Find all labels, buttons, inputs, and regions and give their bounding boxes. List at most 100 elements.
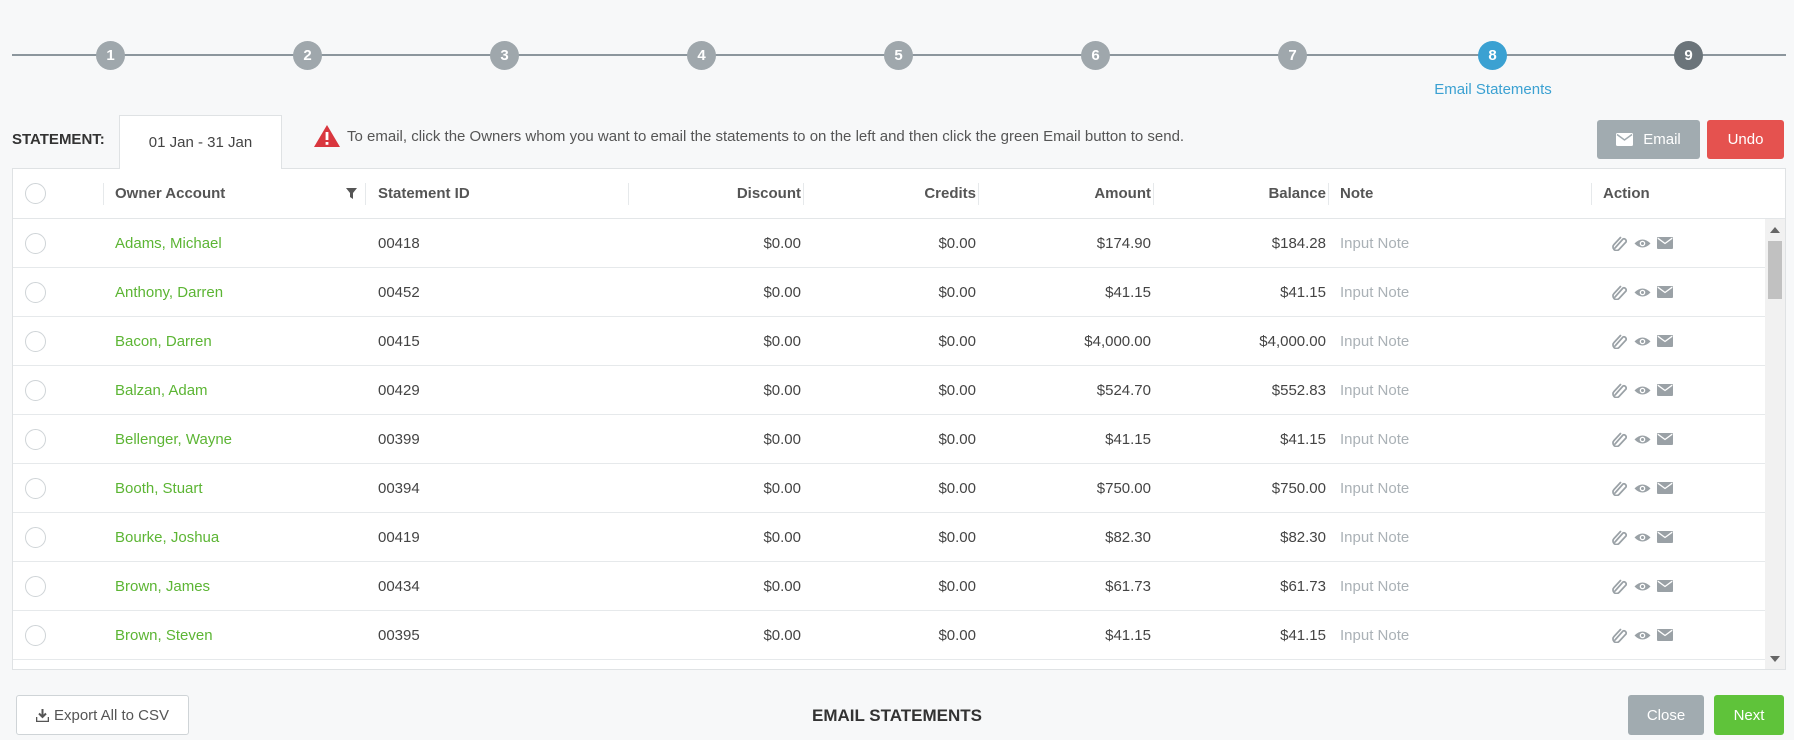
row-select-cell [25,562,46,610]
owner-account-link[interactable]: Bourke, Joshua [115,513,219,561]
eye-icon[interactable] [1634,335,1651,348]
header-discount[interactable]: Discount [633,169,801,218]
envelope-icon[interactable] [1657,384,1673,396]
table-row[interactable]: Adams, Michael 00418 $0.00 $0.00 $174.90… [13,219,1765,268]
owner-account-link[interactable]: Balzan, Adam [115,366,208,414]
table-row[interactable]: Balzan, Adam 00429 $0.00 $0.00 $524.70 $… [13,366,1765,415]
step-9[interactable]: 9 [1674,41,1703,70]
note-input[interactable]: Input Note [1340,317,1409,365]
envelope-icon[interactable] [1657,433,1673,445]
table-scrollbar[interactable] [1765,219,1785,669]
eye-icon[interactable] [1634,629,1651,642]
paperclip-icon[interactable] [1611,579,1628,594]
header-credits[interactable]: Credits [808,169,976,218]
envelope-icon[interactable] [1657,531,1673,543]
step-7[interactable]: 7 [1278,41,1307,70]
next-button[interactable]: Next [1714,695,1784,735]
credits-value: $0.00 [938,234,976,252]
header-amount[interactable]: Amount [983,169,1151,218]
owner-account-link[interactable]: Booth, Stuart [115,464,203,512]
column-divider [1328,183,1329,205]
step-1[interactable]: 1 [96,41,125,70]
table-row[interactable]: Bourke, Joshua 00419 $0.00 $0.00 $82.30 … [13,513,1765,562]
step-2[interactable]: 2 [293,41,322,70]
paperclip-icon[interactable] [1611,285,1628,300]
note-input[interactable]: Input Note [1340,366,1409,414]
scroll-thumb[interactable] [1768,241,1782,299]
envelope-icon[interactable] [1657,629,1673,641]
eye-icon[interactable] [1634,433,1651,446]
statement-period-tab[interactable]: 01 Jan - 31 Jan [119,115,282,169]
envelope-icon[interactable] [1657,237,1673,249]
balance-value: $750.00 [1271,479,1326,497]
row-actions [1611,415,1673,463]
step-5[interactable]: 5 [884,41,913,70]
eye-icon[interactable] [1634,482,1651,495]
step-4[interactable]: 4 [687,41,716,70]
owner-account-link[interactable]: Brown, James [115,562,210,610]
step-6[interactable]: 6 [1081,41,1110,70]
paperclip-icon[interactable] [1611,236,1628,251]
step-8[interactable]: 8 [1478,41,1507,70]
envelope-icon[interactable] [1657,286,1673,298]
header-owner-account[interactable]: Owner Account [115,169,225,218]
table-row[interactable]: Bellenger, Wayne 00399 $0.00 $0.00 $41.1… [13,415,1765,464]
note-input[interactable]: Input Note [1340,415,1409,463]
close-button[interactable]: Close [1628,695,1704,735]
row-select-radio[interactable] [25,624,46,646]
table-row[interactable]: Anthony, Darren 00452 $0.00 $0.00 $41.15… [13,268,1765,317]
scroll-down-arrow[interactable] [1770,656,1780,662]
row-select-radio[interactable] [25,575,46,597]
owner-account-link[interactable]: Adams, Michael [115,219,222,267]
envelope-icon[interactable] [1657,335,1673,347]
column-divider [628,183,629,205]
note-input[interactable]: Input Note [1340,562,1409,610]
undo-button[interactable]: Undo [1707,120,1784,159]
step-3[interactable]: 3 [490,41,519,70]
row-select-radio[interactable] [25,232,46,254]
table-row[interactable]: Brown, James 00434 $0.00 $0.00 $61.73 $6… [13,562,1765,611]
owner-account-link[interactable]: Bellenger, Wayne [115,415,232,463]
row-select-radio[interactable] [25,477,46,499]
paperclip-icon[interactable] [1611,432,1628,447]
note-input[interactable]: Input Note [1340,219,1409,267]
note-input[interactable]: Input Note [1340,513,1409,561]
paperclip-icon[interactable] [1611,628,1628,643]
discount-value: $0.00 [763,626,801,644]
row-select-radio[interactable] [25,379,46,401]
scroll-up-arrow[interactable] [1770,227,1780,233]
eye-icon[interactable] [1634,384,1651,397]
table-row[interactable]: Bacon, Darren 00415 $0.00 $0.00 $4,000.0… [13,317,1765,366]
eye-icon[interactable] [1634,580,1651,593]
header-balance[interactable]: Balance [1158,169,1326,218]
amount-value: $41.15 [1105,626,1151,644]
select-all-radio[interactable] [25,183,46,204]
eye-icon[interactable] [1634,237,1651,250]
eye-icon[interactable] [1634,531,1651,544]
email-button[interactable]: Email [1597,120,1700,159]
table-row[interactable]: Booth, Stuart 00394 $0.00 $0.00 $750.00 … [13,464,1765,513]
paperclip-icon[interactable] [1611,383,1628,398]
row-select-radio[interactable] [25,281,46,303]
row-select-radio[interactable] [25,330,46,352]
filter-icon[interactable] [346,188,357,199]
credits-value: $0.00 [938,381,976,399]
owner-account-link[interactable]: Brown, Steven [115,611,213,659]
paperclip-icon[interactable] [1611,334,1628,349]
table-row[interactable]: Brown, Steven 00395 $0.00 $0.00 $41.15 $… [13,611,1765,660]
paperclip-icon[interactable] [1611,481,1628,496]
envelope-icon[interactable] [1657,482,1673,494]
row-select-radio[interactable] [25,428,46,450]
row-select-radio[interactable] [25,526,46,548]
owner-account-link[interactable]: Bacon, Darren [115,317,212,365]
owner-account-link[interactable]: Anthony, Darren [115,268,223,316]
note-input[interactable]: Input Note [1340,268,1409,316]
eye-icon[interactable] [1634,286,1651,299]
balance-value: $4,000.00 [1259,332,1326,350]
note-input[interactable]: Input Note [1340,464,1409,512]
row-actions [1611,513,1673,561]
header-statement-id[interactable]: Statement ID [378,169,470,218]
envelope-icon[interactable] [1657,580,1673,592]
note-input[interactable]: Input Note [1340,611,1409,659]
paperclip-icon[interactable] [1611,530,1628,545]
